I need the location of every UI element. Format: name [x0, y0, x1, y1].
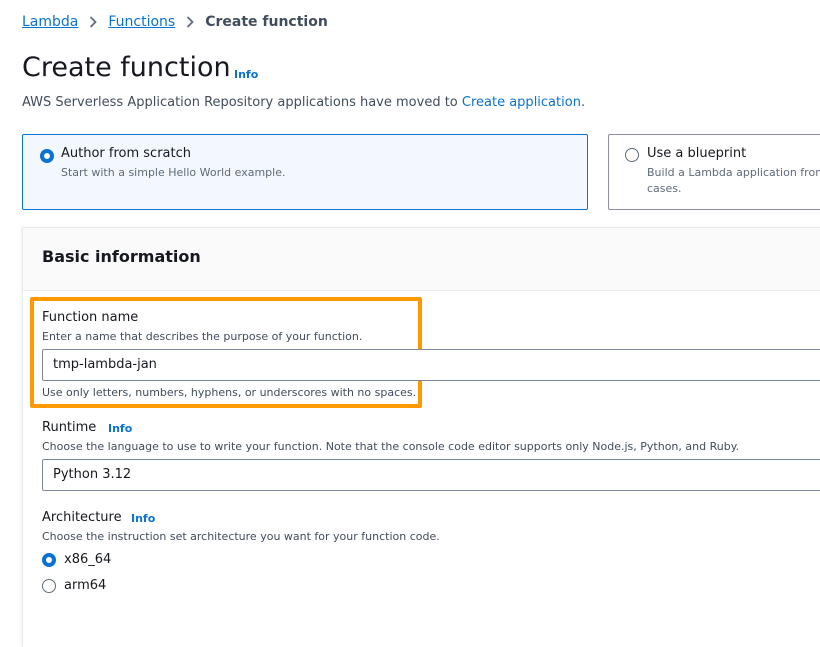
use-blueprint-description-line1: Build a Lambda application from [647, 166, 820, 179]
function-name-input[interactable]: tmp-lambda-jan [42, 349, 820, 381]
architecture-x86-radio[interactable] [42, 553, 56, 567]
function-name-label: Function name [42, 310, 139, 325]
use-blueprint-description-line2: cases. [647, 182, 682, 195]
create-application-link[interactable]: Create application [462, 95, 581, 110]
use-blueprint-radio[interactable] [625, 148, 639, 162]
runtime-label: Runtime [42, 420, 97, 435]
runtime-select[interactable]: Python 3.12 [42, 459, 820, 491]
architecture-info-link[interactable]: Info [131, 512, 155, 525]
runtime-info-link[interactable]: Info [108, 422, 132, 435]
function-name-constraint: Use only letters, numbers, hyphens, or u… [42, 386, 417, 399]
architecture-arm64-radio[interactable] [42, 579, 56, 593]
breadcrumb-link-functions[interactable]: Functions [108, 14, 175, 30]
notice-end: . [580, 95, 586, 110]
architecture-x86-label: x86_64 [64, 552, 112, 567]
title-info-link[interactable]: Info [234, 68, 258, 81]
author-from-scratch-tile[interactable]: Author from scratch Start with a simple … [22, 134, 588, 210]
architecture-description: Choose the instruction set architecture … [42, 530, 440, 543]
page-title: Create function [22, 52, 231, 83]
breadcrumb: Lambda Functions Create function [22, 12, 328, 32]
notice-text: AWS Serverless Application Repository ap… [22, 95, 585, 110]
author-from-scratch-description: Start with a simple Hello World example. [61, 166, 286, 179]
use-blueprint-tile[interactable]: Use a blueprint Build a Lambda applicati… [608, 134, 820, 210]
notice-prefix: AWS Serverless Application Repository ap… [22, 95, 462, 110]
chevron-right-icon [186, 16, 194, 28]
author-from-scratch-title: Author from scratch [61, 146, 191, 161]
breadcrumb-current: Create function [205, 14, 328, 30]
author-from-scratch-radio[interactable] [40, 149, 54, 163]
function-name-description: Enter a name that describes the purpose … [42, 330, 363, 343]
breadcrumb-link-lambda[interactable]: Lambda [22, 14, 78, 30]
use-blueprint-title: Use a blueprint [647, 146, 747, 161]
panel-title: Basic information [42, 247, 201, 266]
chevron-right-icon [89, 16, 98, 28]
architecture-label: Architecture [42, 510, 122, 525]
runtime-description: Choose the language to use to write your… [42, 440, 740, 453]
architecture-arm64-label: arm64 [64, 578, 107, 593]
